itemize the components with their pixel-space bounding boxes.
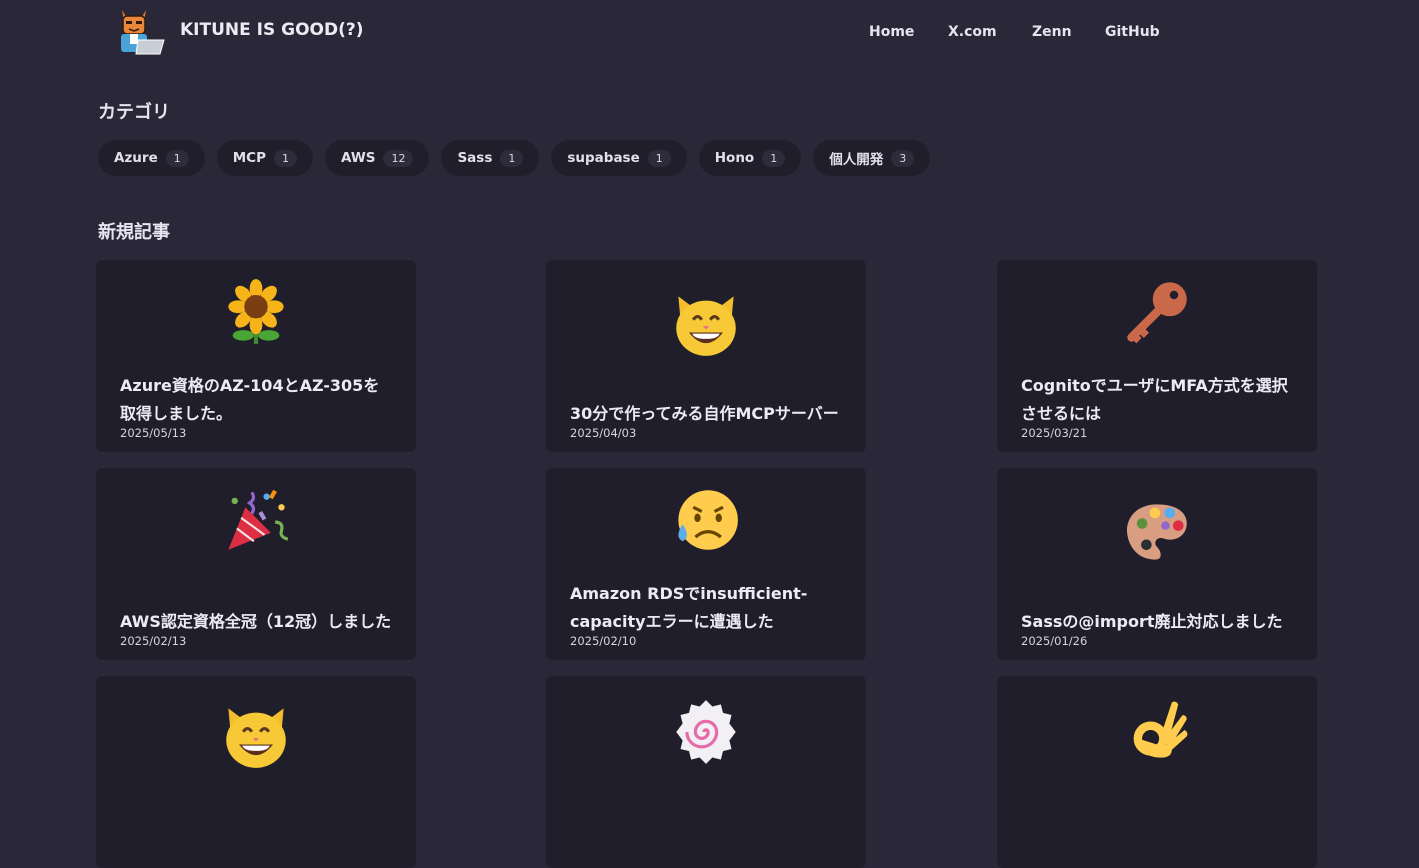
ok-hand-icon	[997, 694, 1317, 766]
tag-label: Sass	[457, 150, 493, 166]
new-articles-heading: 新規記事	[98, 222, 170, 243]
article-card[interactable]: 30分で作ってみる自作MCPサーバー 2025/04/03	[546, 260, 866, 452]
article-title: Amazon RDSでinsufficient-capacityエラーに遭遇した	[570, 584, 808, 631]
tag-sass[interactable]: Sass 1	[441, 140, 540, 176]
article-card[interactable]	[96, 676, 416, 868]
tag-count: 1	[762, 149, 786, 167]
article-title: Azure資格のAZ-104とAZ-305を取得しました。	[120, 376, 380, 423]
tag-label: supabase	[567, 150, 640, 166]
sunflower-icon	[96, 276, 416, 348]
tag-count: 1	[165, 149, 189, 167]
party-popper-icon	[96, 484, 416, 556]
tag-azure[interactable]: Azure 1	[98, 140, 205, 176]
article-title: CognitoでユーザにMFA方式を選択させるには	[1021, 376, 1288, 423]
tag-hono[interactable]: Hono 1	[698, 140, 802, 176]
tag-aws[interactable]: AWS 12	[324, 140, 430, 176]
fish-cake-swirl-icon	[546, 696, 866, 768]
tag-personal-dev[interactable]: 個人開発 3	[813, 140, 931, 176]
smiling-cat-icon	[546, 288, 866, 360]
article-date: 2025/05/13	[120, 426, 187, 440]
nav-home[interactable]: Home	[869, 24, 914, 40]
article-date: 2025/02/10	[570, 634, 637, 648]
tag-mcp[interactable]: MCP 1	[216, 140, 313, 176]
anxious-sweat-face-icon	[546, 484, 866, 556]
article-card[interactable]: Sassの@import廃止対応しました 2025/01/26	[997, 468, 1317, 660]
categories-heading: カテゴリ	[98, 102, 170, 123]
smiling-cat-icon	[96, 700, 416, 772]
tag-label: MCP	[232, 150, 266, 166]
tag-label: Hono	[714, 150, 755, 166]
key-icon	[997, 276, 1317, 348]
article-date: 2025/04/03	[570, 426, 637, 440]
article-card[interactable]: Azure資格のAZ-104とAZ-305を取得しました。 2025/05/13	[96, 260, 416, 452]
article-date: 2025/03/21	[1021, 426, 1088, 440]
nav-x[interactable]: X.com	[948, 24, 997, 40]
category-tag-list: Azure 1 MCP 1 AWS 12 Sass 1 supabase 1 H…	[98, 140, 931, 176]
site-header: KITUNE IS GOOD(?) Home X.com Zenn GitHub	[0, 0, 1419, 64]
tag-count: 3	[891, 149, 915, 167]
article-date: 2025/01/26	[1021, 634, 1088, 648]
article-card[interactable]: CognitoでユーザにMFA方式を選択させるには 2025/03/21	[997, 260, 1317, 452]
tag-label: AWS	[340, 150, 376, 166]
article-card[interactable]: AWS認定資格全冠（12冠）しました 2025/02/13	[96, 468, 416, 660]
tag-label: Azure	[114, 150, 158, 166]
article-title: AWS認定資格全冠（12冠）しました	[120, 612, 392, 631]
tag-count: 1	[273, 149, 297, 167]
article-card[interactable]: Amazon RDSでinsufficient-capacityエラーに遭遇した…	[546, 468, 866, 660]
fox-engineer-avatar-icon[interactable]	[112, 4, 166, 58]
tag-count: 12	[383, 149, 414, 167]
article-card[interactable]	[546, 676, 866, 868]
palette-icon	[997, 496, 1317, 568]
tag-supabase[interactable]: supabase 1	[551, 140, 687, 176]
nav-github[interactable]: GitHub	[1105, 24, 1160, 40]
site-title[interactable]: KITUNE IS GOOD(?)	[180, 20, 364, 40]
tag-label: 個人開発	[829, 152, 884, 168]
tag-count: 1	[500, 149, 524, 167]
article-title: Sassの@import廃止対応しました	[1021, 612, 1283, 631]
article-title: 30分で作ってみる自作MCPサーバー	[570, 404, 839, 423]
article-card[interactable]	[997, 676, 1317, 868]
tag-count: 1	[647, 149, 671, 167]
article-date: 2025/02/13	[120, 634, 187, 648]
nav-zenn[interactable]: Zenn	[1032, 24, 1072, 40]
